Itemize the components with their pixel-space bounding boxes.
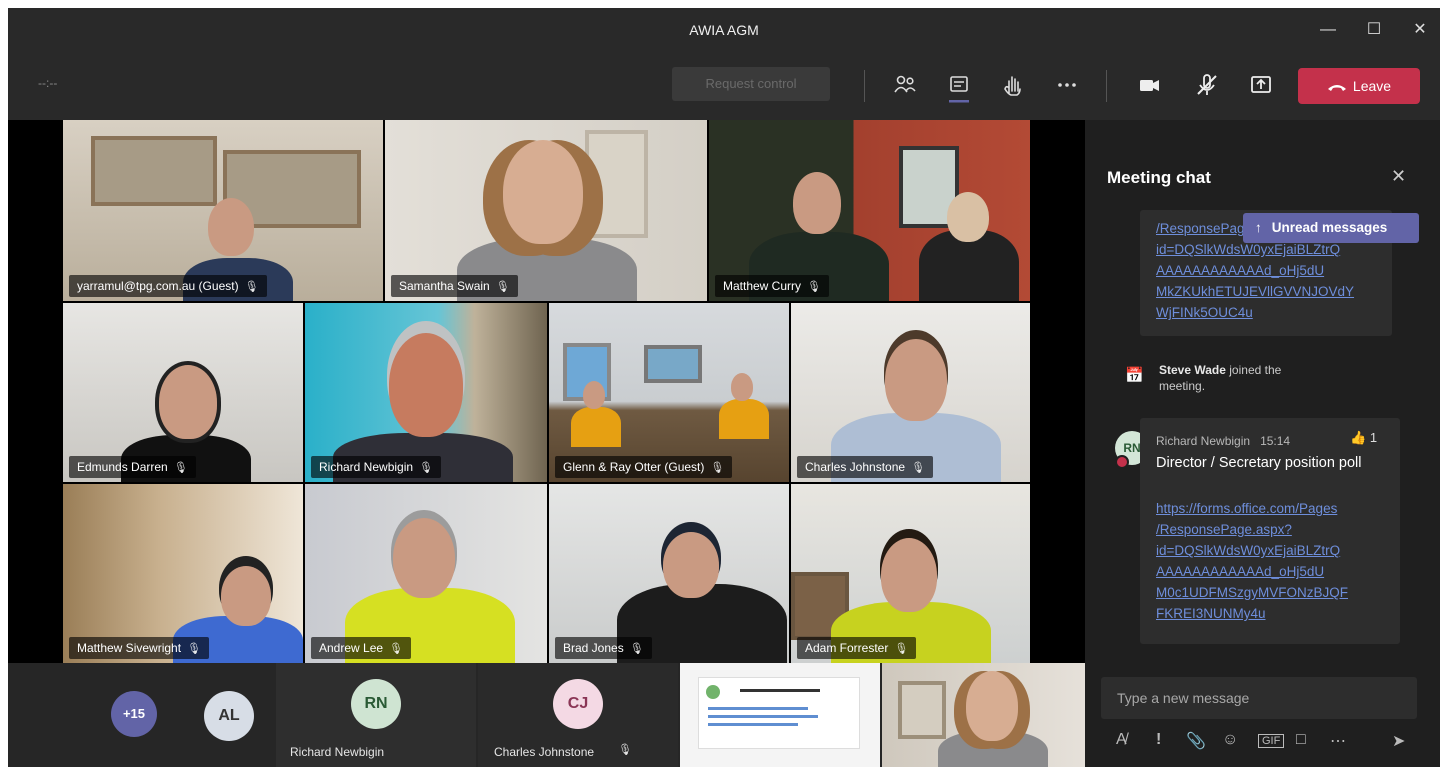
participant-strip: +15 AL RN Richard Newbigin CJ Charles Jo… <box>8 663 1085 767</box>
video-tile[interactable]: Glenn & Ray Otter (Guest) 🎙 <box>549 303 789 482</box>
leave-label: Leave <box>1352 78 1392 94</box>
video-grid: yarramul@tpg.com.au (Guest) 🎙 Samantha Sw… <box>63 120 1030 663</box>
request-control-button[interactable]: Request control <box>672 67 830 101</box>
hang-up-icon <box>1327 85 1346 92</box>
participant-name-label: Charles Johnstone <box>494 745 595 759</box>
toolbar-divider <box>864 70 865 102</box>
meeting-timer: --:-- <box>38 76 58 90</box>
message-input[interactable] <box>1101 677 1433 719</box>
shared-content-thumbnail[interactable] <box>680 663 880 767</box>
more-compose-options-icon[interactable]: ⋯ <box>1330 731 1346 751</box>
overflow-participants-badge[interactable]: +15 <box>111 691 157 737</box>
participant-name-label: yarramul@tpg.com.au (Guest) 🎙 <box>69 275 267 297</box>
participant-name-label: Glenn & Ray Otter (Guest) 🎙 <box>555 456 733 478</box>
participant-name-label: Charles Johnstone 🎙 <box>797 456 934 478</box>
raise-hand-icon[interactable] <box>994 66 1032 104</box>
avatar[interactable]: AL <box>204 691 254 741</box>
compose-box <box>1101 677 1433 719</box>
minimize-icon[interactable]: — <box>1308 8 1348 52</box>
people-icon[interactable] <box>886 66 924 104</box>
video-tile[interactable]: Andrew Lee 🎙 <box>305 484 547 663</box>
avatar: RN <box>351 679 401 729</box>
participant-name-label: Brad Jones 🎙 <box>555 637 652 659</box>
poll-link[interactable]: https://forms.office.com/Pages /Response… <box>1156 498 1348 624</box>
video-tile[interactable]: yarramul@tpg.com.au (Guest) 🎙 <box>63 120 383 301</box>
participant-name-label: Richard Newbigin <box>290 745 385 759</box>
chat-icon[interactable] <box>940 66 978 104</box>
self-view-tile[interactable] <box>882 663 1085 767</box>
video-stage: yarramul@tpg.com.au (Guest) 🎙 Samantha Sw… <box>8 120 1085 663</box>
participant-name-label: Samantha Swain 🎙 <box>391 275 518 297</box>
close-window-icon[interactable]: ✕ <box>1400 8 1440 52</box>
message-header: Richard Newbigin 15:14 <box>1156 434 1291 448</box>
participant-name-label: Adam Forrester 🎙 <box>797 637 917 659</box>
video-tile[interactable]: Matthew Sivewright 🎙 <box>63 484 303 663</box>
chat-message-card: Richard Newbigin 15:14 👍 1 Director / Se… <box>1140 418 1400 644</box>
sticker-icon[interactable]: □ <box>1296 731 1306 749</box>
like-reaction[interactable]: 👍 1 <box>1350 430 1377 446</box>
teams-meeting-window: AWIA AGM — ☐ ✕ --:-- Request control Lea… <box>8 8 1440 767</box>
video-tile[interactable]: Richard Newbigin 🎙 <box>305 303 547 482</box>
window-title: AWIA AGM <box>689 22 759 38</box>
camera-icon[interactable] <box>1130 66 1168 104</box>
maximize-icon[interactable]: ☐ <box>1354 8 1394 52</box>
leave-button[interactable]: Leave <box>1298 68 1420 104</box>
send-icon[interactable]: ➤ <box>1392 731 1405 751</box>
chat-panel-title: Meeting chat <box>1107 168 1211 187</box>
message-text: Director / Secretary position poll <box>1156 455 1362 471</box>
join-event-icon: 📅 <box>1125 367 1144 384</box>
important-icon[interactable]: ! <box>1156 731 1161 749</box>
participant-name-label: Andrew Lee 🎙 <box>311 637 412 659</box>
title-bar: AWIA AGM — ☐ ✕ <box>8 8 1440 52</box>
video-tile[interactable]: Samantha Swain 🎙 <box>385 120 707 301</box>
video-tile[interactable]: Matthew Curry 🎙 <box>709 120 1030 301</box>
close-chat-icon[interactable]: ✕ <box>1391 166 1406 187</box>
participant-name-label: Edmunds Darren 🎙 <box>69 456 196 478</box>
toolbar-divider <box>1106 70 1107 102</box>
video-tile[interactable]: Charles Johnstone 🎙 <box>791 303 1030 482</box>
video-tile[interactable]: Brad Jones 🎙 <box>549 484 789 663</box>
attach-icon[interactable]: 📎 <box>1186 731 1206 751</box>
share-screen-icon[interactable] <box>1242 66 1280 104</box>
format-icon[interactable]: A̸ <box>1116 731 1127 749</box>
participant-tile[interactable]: RN Richard Newbigin <box>276 663 476 767</box>
participant-name-label: Matthew Curry 🎙 <box>715 275 829 297</box>
video-tile[interactable]: Edmunds Darren 🎙 <box>63 303 303 482</box>
emoji-icon[interactable]: ☺ <box>1222 731 1238 749</box>
mic-muted-icon: 🎙 <box>618 744 632 756</box>
presence-busy-icon <box>1115 455 1129 469</box>
meeting-toolbar: --:-- Request control Leave <box>8 52 1440 120</box>
participant-name-label: Richard Newbigin 🎙 <box>311 456 442 478</box>
participant-name-label: Matthew Sivewright 🎙 <box>69 637 210 659</box>
more-options-icon[interactable] <box>1048 66 1086 104</box>
unread-messages-button[interactable]: ↑ Unread messages <box>1243 213 1419 243</box>
system-message: Steve Wade joined the meeting. <box>1159 363 1282 393</box>
video-tile[interactable]: Adam Forrester 🎙 <box>791 484 1030 663</box>
gif-icon[interactable]: GIF <box>1258 734 1285 748</box>
avatar: CJ <box>553 679 603 729</box>
arrow-up-icon: ↑ <box>1255 220 1262 235</box>
participant-tile[interactable]: CJ Charles Johnstone 🎙 <box>478 663 678 767</box>
thumbs-up-icon: 👍 <box>1350 430 1367 445</box>
mic-muted-icon[interactable] <box>1188 66 1226 104</box>
